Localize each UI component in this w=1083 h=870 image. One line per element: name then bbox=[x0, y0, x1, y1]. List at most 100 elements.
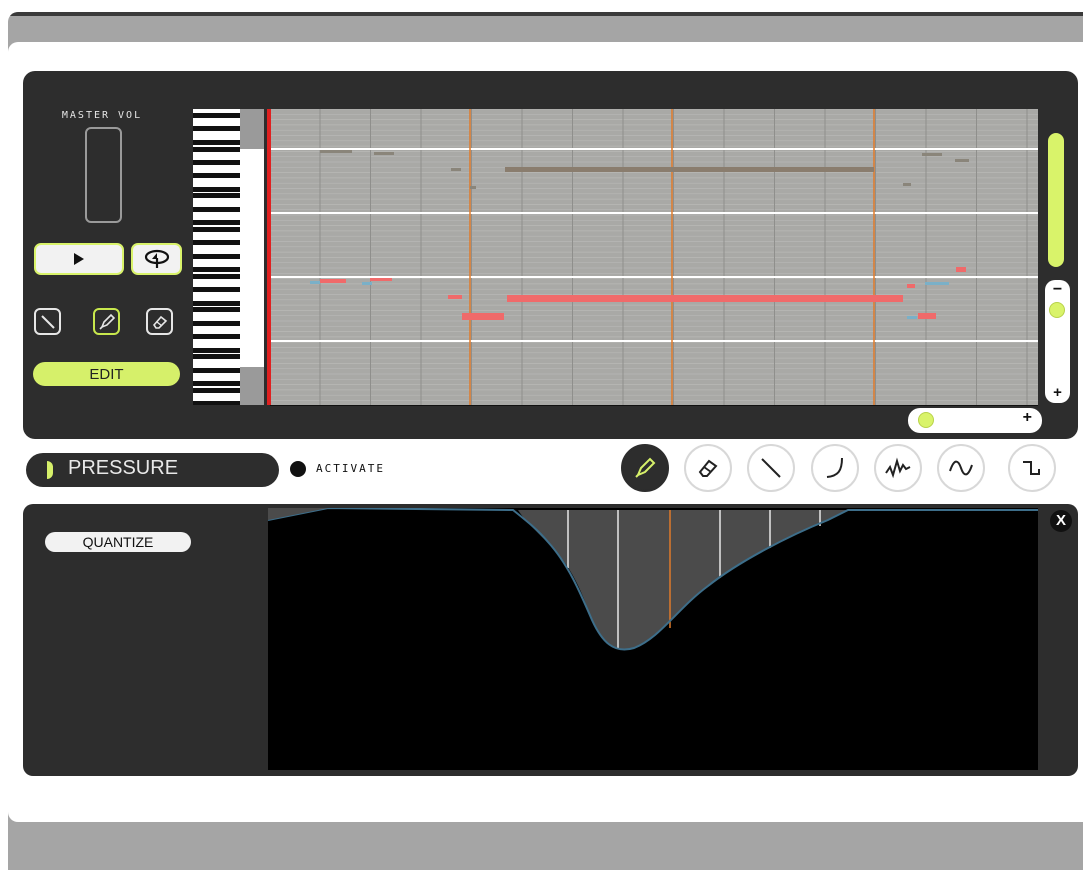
automation-parameter-selector[interactable]: PRESSURE bbox=[26, 453, 279, 487]
piano-black-key[interactable] bbox=[193, 139, 240, 145]
play-icon bbox=[74, 253, 84, 265]
piano-black-key[interactable] bbox=[193, 273, 240, 279]
note-grid[interactable] bbox=[270, 109, 1038, 405]
zoom-in-label: + bbox=[1053, 384, 1062, 401]
note[interactable] bbox=[925, 282, 949, 285]
keyboard-strip bbox=[240, 109, 264, 405]
curve-eraser-tool[interactable] bbox=[684, 444, 732, 492]
note[interactable] bbox=[448, 295, 462, 299]
note[interactable] bbox=[956, 267, 966, 272]
piano-black-key[interactable] bbox=[193, 253, 240, 259]
curve-pencil-tool[interactable] bbox=[621, 444, 669, 492]
keyboard-strip-bottom bbox=[240, 367, 264, 405]
eraser-tool-button[interactable] bbox=[146, 308, 173, 335]
horizontal-zoom-knob[interactable] bbox=[918, 412, 934, 428]
automation-curve bbox=[268, 508, 1038, 770]
note[interactable] bbox=[955, 159, 969, 162]
curve-exponential-tool[interactable] bbox=[811, 444, 859, 492]
loop-button[interactable] bbox=[131, 243, 182, 275]
play-button[interactable] bbox=[34, 243, 124, 275]
piano-black-key[interactable] bbox=[193, 267, 240, 273]
note[interactable] bbox=[320, 150, 352, 153]
curve-random-tool[interactable] bbox=[874, 444, 922, 492]
sine-icon bbox=[949, 460, 973, 476]
line-icon bbox=[761, 458, 781, 478]
piano-keyboard[interactable] bbox=[193, 109, 264, 405]
piano-black-key[interactable] bbox=[193, 401, 240, 405]
piano-black-key[interactable] bbox=[193, 186, 240, 192]
close-automation-button[interactable]: X bbox=[1050, 510, 1072, 532]
piano-black-key[interactable] bbox=[193, 354, 240, 360]
pencil-icon bbox=[98, 313, 115, 330]
master-volume-label: MASTER VOL bbox=[61, 110, 143, 121]
note[interactable] bbox=[903, 183, 911, 186]
note[interactable] bbox=[451, 168, 461, 171]
quantize-button[interactable]: QUANTIZE bbox=[45, 532, 191, 552]
piano-black-key[interactable] bbox=[193, 146, 240, 152]
pencil-icon bbox=[635, 457, 656, 478]
note[interactable] bbox=[922, 153, 942, 156]
pencil-tool-button[interactable] bbox=[93, 308, 120, 335]
piano-black-key[interactable] bbox=[193, 347, 240, 353]
piano-black-key[interactable] bbox=[193, 381, 240, 386]
piano-black-key[interactable] bbox=[193, 387, 240, 393]
note[interactable] bbox=[310, 281, 320, 284]
vertical-zoom-knob[interactable] bbox=[1049, 302, 1065, 318]
note[interactable] bbox=[907, 316, 917, 319]
curve-square-tool[interactable] bbox=[1008, 444, 1056, 492]
curve-line-tool[interactable] bbox=[747, 444, 795, 492]
note[interactable] bbox=[505, 167, 874, 172]
piano-black-key[interactable] bbox=[193, 334, 240, 340]
loop-icon bbox=[144, 249, 169, 268]
automation-panel: QUANTIZE X bbox=[23, 504, 1078, 776]
activate-label: ACTIVATE bbox=[316, 462, 385, 475]
note[interactable] bbox=[462, 313, 504, 320]
curve-icon bbox=[826, 457, 843, 478]
piano-black-key[interactable] bbox=[193, 300, 240, 306]
piano-black-key[interactable] bbox=[193, 367, 240, 373]
activate-toggle[interactable] bbox=[290, 461, 306, 477]
piano-black-key[interactable] bbox=[193, 159, 240, 165]
note[interactable] bbox=[907, 284, 915, 288]
square-icon bbox=[1023, 461, 1040, 475]
vertical-zoom-slider[interactable]: − + bbox=[1045, 280, 1070, 403]
note[interactable] bbox=[470, 186, 476, 189]
automation-parameter-label: PRESSURE bbox=[68, 457, 179, 479]
note-grid-canvas bbox=[270, 109, 1038, 405]
line-icon bbox=[40, 314, 55, 329]
horizontal-zoom-slider[interactable]: + bbox=[908, 408, 1042, 433]
horizontal-zoom-in-label: + bbox=[1022, 409, 1032, 426]
piano-black-key[interactable] bbox=[193, 307, 240, 313]
piano-black-key[interactable] bbox=[193, 173, 240, 179]
piano-black-key[interactable] bbox=[193, 240, 240, 246]
piano-black-key[interactable] bbox=[193, 220, 240, 226]
note[interactable] bbox=[374, 152, 394, 155]
window-top-bar bbox=[8, 12, 1083, 16]
random-icon bbox=[885, 457, 911, 479]
curve-sine-tool[interactable] bbox=[937, 444, 985, 492]
piano-black-key[interactable] bbox=[193, 193, 240, 199]
piano-black-key[interactable] bbox=[193, 206, 240, 212]
edit-button[interactable]: EDIT bbox=[33, 362, 180, 386]
keyboard-strip-top bbox=[240, 109, 264, 149]
automation-curve-area[interactable] bbox=[268, 508, 1038, 770]
eraser-icon bbox=[698, 459, 718, 477]
piano-black-key[interactable] bbox=[193, 113, 240, 118]
piano-black-key[interactable] bbox=[193, 226, 240, 232]
piano-black-key[interactable] bbox=[193, 287, 240, 293]
note[interactable] bbox=[362, 282, 372, 285]
playhead[interactable] bbox=[267, 109, 271, 405]
parameter-indicator bbox=[47, 461, 53, 479]
note[interactable] bbox=[320, 279, 346, 283]
zoom-out-label: − bbox=[1052, 281, 1063, 298]
note[interactable] bbox=[918, 313, 936, 319]
piano-black-key[interactable] bbox=[193, 320, 240, 326]
line-tool-button[interactable] bbox=[34, 308, 61, 335]
piano-black-key[interactable] bbox=[193, 126, 240, 132]
master-volume-slider[interactable] bbox=[85, 127, 122, 223]
eraser-icon bbox=[152, 315, 167, 329]
vertical-scroll-thumb[interactable] bbox=[1048, 133, 1064, 267]
piano-roll-panel: MASTER VOL EDIT − + + bbox=[23, 71, 1078, 439]
note[interactable] bbox=[507, 295, 903, 302]
note[interactable] bbox=[370, 278, 392, 281]
